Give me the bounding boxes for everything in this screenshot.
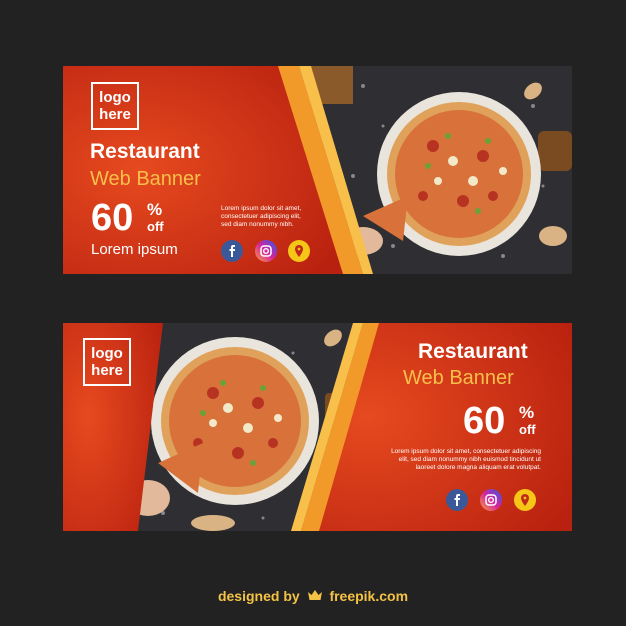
discount-off: off bbox=[147, 219, 164, 234]
logo-text-line1: logo bbox=[91, 345, 123, 362]
desc-line-3: laoreet dolore magna aliquam erat volutp… bbox=[415, 464, 541, 471]
location-pin-icon[interactable] bbox=[514, 489, 536, 511]
discount-number: 60 bbox=[463, 400, 506, 442]
banner-subtitle: Web Banner bbox=[403, 367, 514, 389]
banner-top[interactable]: logo here Restaurant Web Banner 60 % off… bbox=[63, 66, 572, 274]
logo-placeholder[interactable]: logo here bbox=[91, 82, 139, 130]
logo-placeholder[interactable]: logo here bbox=[83, 338, 131, 386]
banner-title: Restaurant bbox=[90, 140, 200, 163]
desc-line-2: elit, sed diam nonummy nibh euismod tinc… bbox=[398, 456, 541, 463]
desc-line-3: sed diam nonummy nibh. bbox=[221, 221, 294, 228]
facebook-icon[interactable] bbox=[221, 240, 243, 262]
logo-text-line1: logo bbox=[99, 89, 131, 106]
location-pin-icon[interactable] bbox=[288, 240, 310, 262]
discount-number: 60 bbox=[91, 197, 134, 239]
banner-title: Restaurant bbox=[418, 340, 528, 363]
banner-subtitle: Web Banner bbox=[90, 168, 201, 190]
desc-line-2: consectetuer adipiscing elit, bbox=[221, 213, 301, 220]
logo-text-line2: here bbox=[99, 106, 131, 123]
discount-off: off bbox=[519, 422, 536, 437]
logo-text-line2: here bbox=[91, 362, 123, 379]
freepik-brand-text: freepik.com bbox=[329, 588, 409, 604]
banner-bottom[interactable]: logo here Restaurant Web Banner 60 % off… bbox=[63, 323, 572, 531]
instagram-icon[interactable] bbox=[480, 489, 502, 511]
desc-line-1: Lorem ipsum dolor sit amet, bbox=[221, 205, 302, 212]
instagram-icon[interactable] bbox=[255, 240, 277, 262]
banner-tagline: Lorem ipsum bbox=[91, 241, 178, 258]
facebook-icon[interactable] bbox=[446, 489, 468, 511]
designed-by-text: designed by bbox=[217, 588, 300, 604]
banner-description: Lorem ipsum dolor sit amet, consectetuer… bbox=[221, 205, 301, 229]
discount-percent: % bbox=[147, 200, 163, 219]
discount-percent: % bbox=[519, 403, 535, 422]
banner-description: Lorem ipsum dolor sit amet, consectetuer… bbox=[381, 448, 541, 472]
freepik-crown-icon bbox=[307, 588, 323, 604]
desc-line-1: Lorem ipsum dolor sit amet, consectetuer… bbox=[391, 448, 541, 455]
freepik-credit[interactable]: designed by freepik.com bbox=[0, 588, 626, 604]
